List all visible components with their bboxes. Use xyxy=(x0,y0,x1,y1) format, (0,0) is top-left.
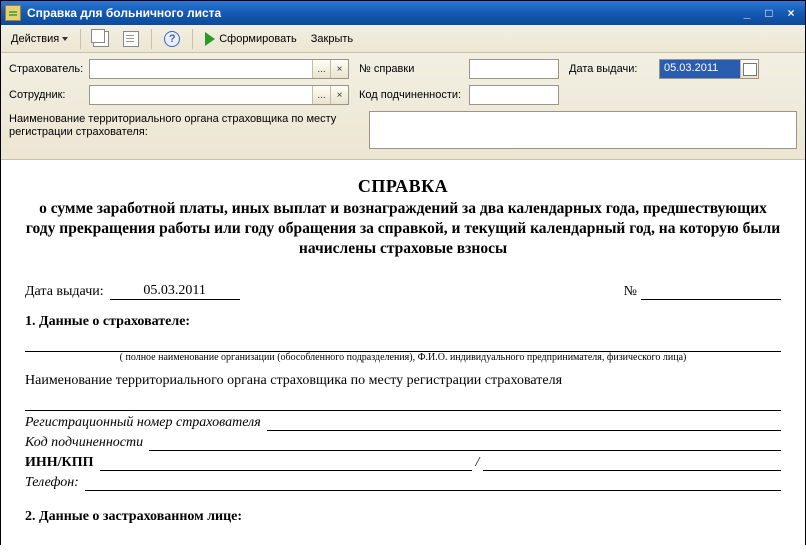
maximize-button[interactable]: □ xyxy=(759,4,779,22)
close-window-button[interactable]: × xyxy=(781,4,801,22)
issue-date-input[interactable]: 05.03.2011 xyxy=(659,59,759,79)
minimize-button[interactable]: _ xyxy=(737,4,757,22)
window-titlebar: Справка для больничного листа _ □ × xyxy=(1,1,805,25)
doc-line xyxy=(483,457,781,471)
phone-label: Телефон: xyxy=(25,475,85,491)
generate-label: Сформировать xyxy=(219,33,297,45)
section1-title: 1. Данные о страхователе: xyxy=(25,314,781,330)
territory-full-label: Наименование территориального органа стр… xyxy=(25,373,781,389)
code-input[interactable] xyxy=(469,85,559,105)
doc-title: СПРАВКА xyxy=(25,176,781,197)
doc-line xyxy=(100,457,472,471)
help-button[interactable]: ? xyxy=(160,28,184,50)
toolbar: Действия ? Сформировать Закрыть xyxy=(1,25,805,53)
reg-number-label: Регистрационный номер страхователя xyxy=(25,415,267,431)
document-icon xyxy=(123,31,139,47)
copy-icon xyxy=(93,31,109,47)
employee-value xyxy=(90,86,312,104)
doc-line xyxy=(25,338,781,352)
hint1: ( полное наименование организации (обосо… xyxy=(25,352,781,363)
employee-input[interactable]: ... × xyxy=(89,85,349,105)
insurer-clear-button[interactable]: × xyxy=(330,60,348,78)
employee-clear-button[interactable]: × xyxy=(330,86,348,104)
slash: / xyxy=(472,455,484,471)
doc-line xyxy=(267,417,781,431)
doc-line xyxy=(149,437,781,451)
doc-date-value: 05.03.2011 xyxy=(110,283,240,300)
territory-label: Наименование территориального органа стр… xyxy=(9,111,369,139)
chevron-down-icon xyxy=(62,37,68,41)
toolbar-separator xyxy=(192,29,193,49)
doc-line xyxy=(25,397,781,411)
insurer-label: Страхователь: xyxy=(9,63,89,75)
toolbar-separator xyxy=(151,29,152,49)
document-button[interactable] xyxy=(119,28,143,50)
generate-button[interactable]: Сформировать xyxy=(201,28,301,50)
insurer-value xyxy=(90,60,312,78)
insurer-select-button[interactable]: ... xyxy=(312,60,330,78)
issue-date-label: Дата выдачи: xyxy=(569,63,659,75)
code-value xyxy=(470,86,558,104)
doc-line xyxy=(85,477,781,491)
inn-kpp-label: ИНН/КПП xyxy=(25,455,100,471)
employee-label: Сотрудник: xyxy=(9,89,89,101)
insurer-input[interactable]: ... × xyxy=(89,59,349,79)
issue-date-value: 05.03.2011 xyxy=(660,60,740,78)
window-title: Справка для больничного листа xyxy=(27,6,737,20)
toolbar-separator xyxy=(80,29,81,49)
sub-code-label: Код подчиненности xyxy=(25,435,149,451)
copy-button[interactable] xyxy=(89,28,113,50)
calendar-button[interactable] xyxy=(740,60,758,78)
doc-date-label: Дата выдачи: xyxy=(25,284,104,300)
help-icon: ? xyxy=(164,31,180,47)
number-value xyxy=(470,60,558,78)
territory-value xyxy=(370,112,796,148)
doc-num-label: № xyxy=(624,284,637,300)
form-panel: Страхователь: ... × № справки Дата выдач… xyxy=(1,53,805,160)
code-label: Код подчиненности: xyxy=(359,89,469,101)
close-button[interactable]: Закрыть xyxy=(307,28,357,50)
actions-label: Действия xyxy=(11,33,59,45)
play-icon xyxy=(205,32,215,46)
actions-menu-button[interactable]: Действия xyxy=(7,28,72,50)
territory-input[interactable] xyxy=(369,111,797,149)
document-preview[interactable]: СПРАВКА о сумме заработной платы, иных в… xyxy=(1,160,805,553)
section2-title: 2. Данные о застрахованном лице: xyxy=(25,509,781,525)
number-input[interactable] xyxy=(469,59,559,79)
number-label: № справки xyxy=(359,63,469,75)
employee-select-button[interactable]: ... xyxy=(312,86,330,104)
doc-num-value xyxy=(641,299,781,300)
doc-subtitle: о сумме заработной платы, иных выплат и … xyxy=(25,199,781,259)
app-icon xyxy=(5,5,21,21)
close-label: Закрыть xyxy=(311,33,353,45)
